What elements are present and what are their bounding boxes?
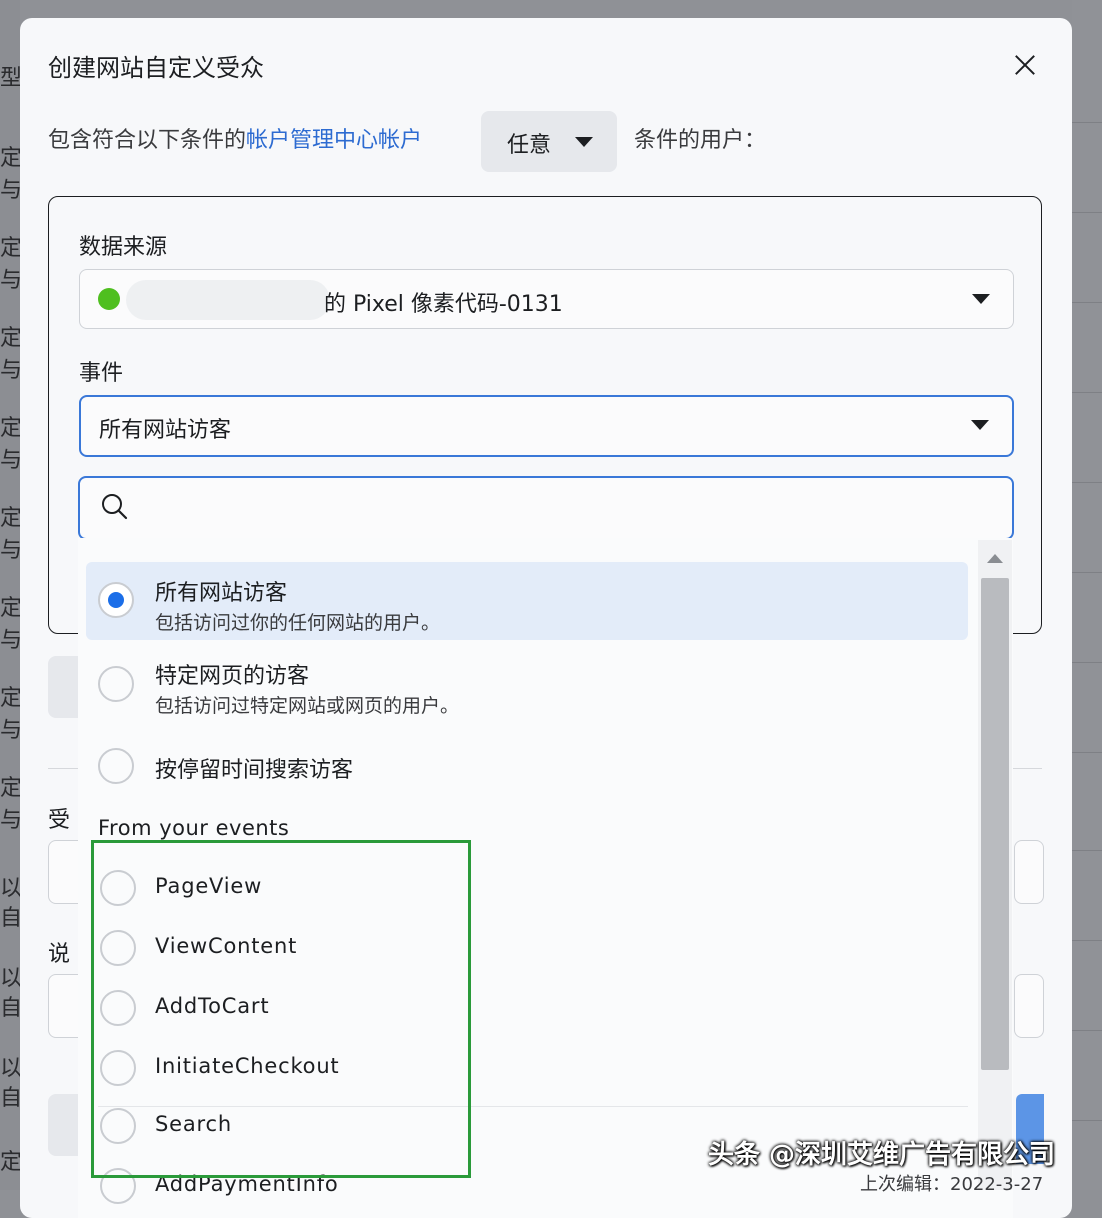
event-name: AddPaymentInfo xyxy=(155,1172,339,1196)
background-char: 与 xyxy=(0,538,23,563)
background-char: 与 xyxy=(0,268,23,293)
event-selected-value: 所有网站访客 xyxy=(99,418,232,443)
background-char: 定 xyxy=(0,776,23,801)
option-title: 所有网站访客 xyxy=(155,581,288,606)
option-title: 特定网页的访客 xyxy=(155,664,310,689)
audience-label-partial: 受 xyxy=(48,808,71,833)
background-char: 与 xyxy=(0,178,23,203)
radio-unselected[interactable] xyxy=(100,1108,136,1144)
match-any-dropdown[interactable]: 任意 xyxy=(481,111,617,172)
account-center-link[interactable]: 帐户管理中心帐户 xyxy=(246,128,422,153)
background-char: 定 xyxy=(0,506,23,531)
background-char: 型 xyxy=(0,66,23,91)
create-audience-dialog: 创建网站自定义受众 包含符合以下条件的帐户管理中心帐户 任意 条件的用户： 数据… xyxy=(20,18,1072,1218)
include-prefix: 包含符合以下条件的 xyxy=(48,128,247,153)
pixel-source-select[interactable]: 的 Pixel 像素代码-0131 xyxy=(79,269,1014,329)
chevron-down-icon xyxy=(575,137,593,147)
watermark: 头条 @深圳艾维广告有限公司 xyxy=(708,1140,1056,1170)
option-title: 按停留时间搜索访客 xyxy=(155,758,354,783)
option-desc: 包括访问过特定网站或网页的用户。 xyxy=(155,695,460,717)
background-char: 定 xyxy=(0,686,23,711)
include-rule-text: 包含符合以下条件的帐户管理中心帐户 xyxy=(48,122,422,154)
pixel-name: 的 Pixel 像素代码-0131 xyxy=(324,292,563,317)
option-specific-pages[interactable]: 特定网页的访客 包括访问过特定网站或网页的用户。 xyxy=(78,646,968,726)
background-char: 与 xyxy=(0,628,23,653)
event-name: InitiateCheckout xyxy=(155,1054,340,1078)
last-edited-text: 上次编辑：2022-3-27 xyxy=(860,1174,1044,1195)
event-name: PageView xyxy=(155,874,263,898)
menu-scrollbar[interactable] xyxy=(978,540,1012,1190)
background-char: 定 xyxy=(0,1150,23,1175)
background-char: 与 xyxy=(0,718,23,743)
radio-unselected[interactable] xyxy=(100,1050,136,1086)
background-char: 自 xyxy=(0,1086,23,1111)
event-dropdown-menu: 所有网站访客 包括访问过你的任何网站的用户。 特定网页的访客 包括访问过特定网站… xyxy=(78,538,1013,1218)
background-input xyxy=(1014,974,1044,1038)
background-char: 定 xyxy=(0,326,23,351)
search-icon xyxy=(102,494,128,520)
redacted-account-name xyxy=(126,280,330,320)
event-option-pageview[interactable]: PageView xyxy=(78,858,968,916)
event-option-viewcontent[interactable]: ViewContent xyxy=(78,918,968,976)
radio-selected[interactable] xyxy=(98,582,134,618)
radio-unselected[interactable] xyxy=(100,930,136,966)
background-char: 以 xyxy=(0,1056,23,1081)
scroll-up-icon[interactable] xyxy=(987,554,1003,563)
radio-unselected[interactable] xyxy=(98,748,134,784)
data-source-label: 数据来源 xyxy=(79,235,168,260)
scrollbar-thumb[interactable] xyxy=(981,578,1009,1070)
dialog-title: 创建网站自定义受众 xyxy=(48,54,264,82)
chevron-down-icon xyxy=(972,294,990,304)
background-char: 定 xyxy=(0,416,23,441)
pixel-status-icon xyxy=(98,288,120,310)
event-select[interactable]: 所有网站访客 xyxy=(79,395,1014,457)
event-option-initiatecheckout[interactable]: InitiateCheckout xyxy=(78,1038,968,1096)
background-page-right xyxy=(1072,0,1102,1190)
background-char: 与 xyxy=(0,808,23,833)
description-label-partial: 说 xyxy=(48,942,71,967)
match-any-label: 任意 xyxy=(507,133,552,158)
radio-unselected[interactable] xyxy=(100,870,136,906)
background-char: 定 xyxy=(0,236,23,261)
background-char: 自 xyxy=(0,906,23,931)
option-time-spent[interactable]: 按停留时间搜索访客 xyxy=(78,738,968,798)
background-char: 以 xyxy=(0,966,23,991)
radio-unselected[interactable] xyxy=(100,990,136,1026)
events-section-header: From your events xyxy=(98,816,290,840)
event-search-input[interactable] xyxy=(78,476,1014,540)
background-char: 与 xyxy=(0,448,23,473)
background-char: 以 xyxy=(0,876,23,901)
background-input xyxy=(1014,840,1044,904)
close-icon[interactable] xyxy=(1010,50,1040,80)
option-desc: 包括访问过你的任何网站的用户。 xyxy=(155,612,441,634)
event-label: 事件 xyxy=(79,361,124,386)
radio-unselected[interactable] xyxy=(100,1168,136,1204)
background-char: 定 xyxy=(0,596,23,621)
background-char: 与 xyxy=(0,358,23,383)
event-name: ViewContent xyxy=(155,934,298,958)
include-suffix: 条件的用户： xyxy=(634,128,767,153)
chevron-down-icon xyxy=(971,420,989,430)
event-name: AddToCart xyxy=(155,994,270,1018)
option-all-visitors[interactable]: 所有网站访客 包括访问过你的任何网站的用户。 xyxy=(86,562,968,640)
background-char: 自 xyxy=(0,996,23,1021)
radio-unselected[interactable] xyxy=(98,666,134,702)
event-name: Search xyxy=(155,1112,232,1136)
background-char: 定 xyxy=(0,146,23,171)
event-option-addtocart[interactable]: AddToCart xyxy=(78,978,968,1036)
